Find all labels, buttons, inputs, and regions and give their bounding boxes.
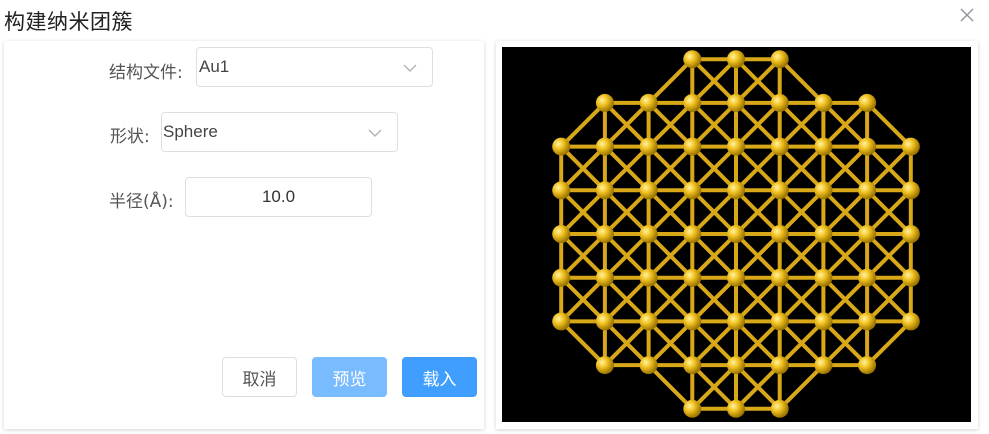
atom (901, 312, 920, 331)
atom (683, 137, 702, 156)
atom (727, 93, 745, 112)
atom (770, 268, 789, 287)
atom (770, 137, 789, 156)
atom (770, 93, 789, 112)
atom (727, 225, 745, 243)
shape-label: 形状: (110, 127, 150, 147)
atom (595, 137, 614, 156)
atom (814, 181, 833, 200)
atom (814, 93, 833, 112)
atom (595, 225, 614, 243)
atom (595, 268, 614, 287)
bond (647, 57, 694, 105)
atom (901, 268, 920, 287)
bond (778, 57, 825, 105)
load-button[interactable]: 载入 (402, 357, 477, 397)
atom (727, 268, 745, 287)
atom (814, 312, 833, 331)
atom (639, 137, 658, 156)
atom (639, 312, 658, 331)
atom (595, 93, 614, 112)
atom (639, 93, 658, 112)
atom (727, 181, 745, 200)
preview-button[interactable]: 预览 (312, 357, 387, 397)
atom (683, 93, 702, 112)
atom (727, 137, 745, 156)
atom (727, 399, 745, 418)
atom (858, 93, 877, 112)
atom (858, 225, 877, 243)
atom (727, 50, 745, 69)
bond (559, 319, 607, 367)
atom (639, 268, 658, 287)
nanocluster-render (552, 50, 920, 418)
atom (639, 181, 658, 200)
radius-input[interactable] (186, 178, 371, 216)
atom (639, 225, 658, 243)
close-icon[interactable] (958, 6, 976, 24)
atom (814, 268, 833, 287)
atom (858, 268, 877, 287)
atom (552, 312, 571, 331)
atom (552, 225, 571, 243)
bond (865, 319, 913, 367)
shape-select[interactable]: Sphere (161, 112, 398, 152)
atom (770, 50, 789, 69)
atom (683, 356, 702, 375)
radius-label: 半径(Å): (109, 192, 174, 212)
atom (770, 312, 789, 331)
atom (595, 312, 614, 331)
atom (858, 312, 877, 331)
bond (865, 101, 913, 149)
atom (727, 356, 745, 375)
atom (595, 356, 614, 375)
atom (683, 268, 702, 287)
chevron-down-icon (403, 64, 417, 72)
atom (858, 356, 877, 375)
atom (552, 268, 571, 287)
atom (683, 312, 702, 331)
atom (814, 356, 833, 375)
atom (901, 181, 920, 200)
atom (639, 356, 658, 375)
radius-input-box (185, 177, 372, 217)
atom (858, 181, 877, 200)
atoms (552, 50, 920, 418)
atom (683, 225, 702, 243)
atom (770, 181, 789, 200)
atom (814, 225, 833, 243)
preview-panel (496, 41, 978, 429)
structure-viewer[interactable] (502, 47, 971, 422)
atom (770, 225, 789, 243)
atom (552, 137, 571, 156)
structure-file-value: Au1 (199, 57, 230, 76)
bond (647, 363, 694, 411)
shape-value: Sphere (163, 122, 218, 141)
atom (901, 225, 920, 243)
atom (770, 356, 789, 375)
bond (559, 101, 607, 149)
atom (552, 181, 571, 200)
atom (770, 399, 789, 418)
bond (778, 363, 825, 411)
chevron-down-icon (368, 129, 382, 137)
cancel-button[interactable]: 取消 (222, 357, 297, 397)
atom (683, 50, 702, 69)
atom (901, 137, 920, 156)
atom (727, 312, 745, 331)
form-panel: 结构文件: Au1 形状: Sphere 半径(Å): 取消 预览 载入 (4, 41, 484, 429)
atom (858, 137, 877, 156)
atom (595, 181, 614, 200)
dialog-title: 构建纳米团簇 (4, 10, 133, 34)
structure-file-label: 结构文件: (109, 63, 183, 83)
atom (683, 399, 702, 418)
structure-file-select[interactable]: Au1 (196, 47, 433, 87)
atom (814, 137, 833, 156)
atom (683, 181, 702, 200)
